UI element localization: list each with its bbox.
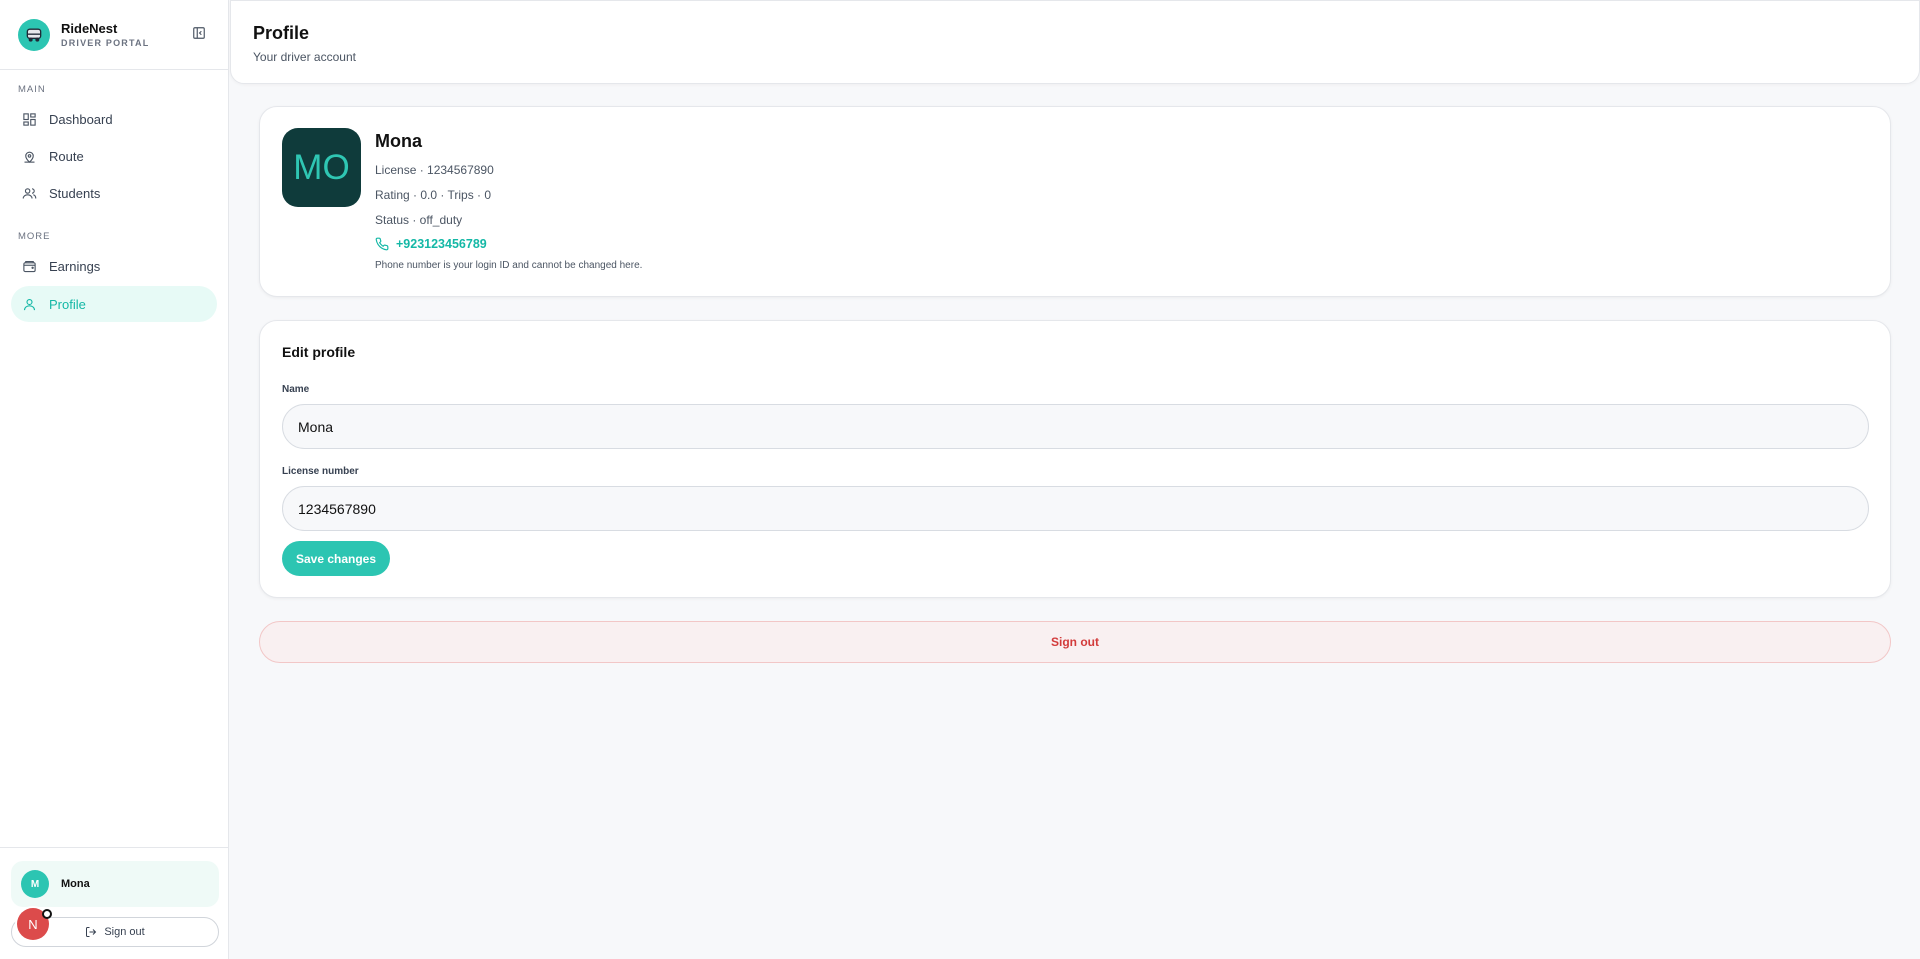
profile-stats: Rating · 0.0 · Trips · 0	[375, 188, 492, 202]
sidebar-item-label: Route	[49, 148, 84, 164]
sidebar-item-label: Dashboard	[49, 111, 113, 127]
edit-profile-title: Edit profile	[282, 344, 356, 360]
phone-icon	[375, 237, 389, 251]
nav-section-main: MAIN	[18, 84, 46, 95]
log-out-icon	[86, 927, 97, 937]
sidebar-item-dashboard[interactable]: Dashboard	[11, 101, 217, 137]
sidebar-item-route[interactable]: Route	[11, 138, 217, 174]
users-icon	[22, 187, 37, 199]
sidebar-item-label: Earnings	[49, 258, 101, 274]
name-input[interactable]	[282, 404, 1869, 449]
profile-license: License · 1234567890	[375, 163, 494, 177]
sidebar-item-label: Profile	[49, 296, 86, 312]
profile-phone: +923123456789	[396, 237, 487, 251]
avatar: M	[21, 870, 49, 898]
license-number-input[interactable]	[282, 486, 1869, 531]
brand-header: RideNest DRIVER PORTAL	[0, 0, 228, 70]
profile-status: Status · off_duty	[375, 213, 463, 227]
name-label: Name	[282, 384, 310, 395]
brand-name: RideNest	[61, 21, 118, 36]
dashboard-icon	[23, 112, 36, 126]
sidebar-item-label: Students	[49, 185, 101, 201]
sidebar-item-students[interactable]: Students	[11, 175, 217, 211]
map-pin-icon	[24, 151, 35, 163]
nav-section-more: MORE	[18, 231, 51, 242]
brand-subtitle: DRIVER PORTAL	[61, 38, 150, 48]
bus-logo-icon	[18, 18, 50, 51]
profile-name: Mona	[375, 131, 422, 151]
profile-phone-link[interactable]: +923123456789	[375, 237, 642, 251]
profile-avatar: MO	[282, 128, 361, 207]
profile-summary-card: MO Mona License · 1234567890 Rating · 0.…	[259, 106, 1891, 297]
license-label: License number	[282, 466, 359, 477]
page-title: Profile	[253, 23, 310, 43]
profile-phone-note: Phone number is your login ID and cannot…	[375, 260, 643, 271]
wallet-icon	[23, 260, 36, 272]
sidebar-divider	[0, 847, 229, 848]
edit-profile-card: Edit profile Name License number Save ch…	[259, 320, 1891, 598]
page-subtitle: Your driver account	[253, 50, 356, 64]
sidebar-user-card[interactable]: M Mona	[11, 861, 219, 907]
sidebar-item-earnings[interactable]: Earnings	[11, 248, 217, 284]
page-header: Profile Your driver account	[230, 0, 1920, 84]
sidebar-collapse-icon[interactable]	[192, 26, 208, 42]
signout-button[interactable]: Sign out	[259, 621, 1891, 663]
save-changes-button[interactable]: Save changes	[282, 541, 390, 576]
sidebar: RideNest DRIVER PORTAL MAIN Dashboard Ro…	[0, 0, 229, 959]
user-icon	[23, 298, 36, 310]
notification-dot	[42, 909, 52, 919]
sidebar-user-name: Mona	[61, 878, 90, 890]
sidebar-signout-label: Sign out	[104, 926, 145, 938]
sidebar-item-profile[interactable]: Profile	[11, 286, 217, 322]
